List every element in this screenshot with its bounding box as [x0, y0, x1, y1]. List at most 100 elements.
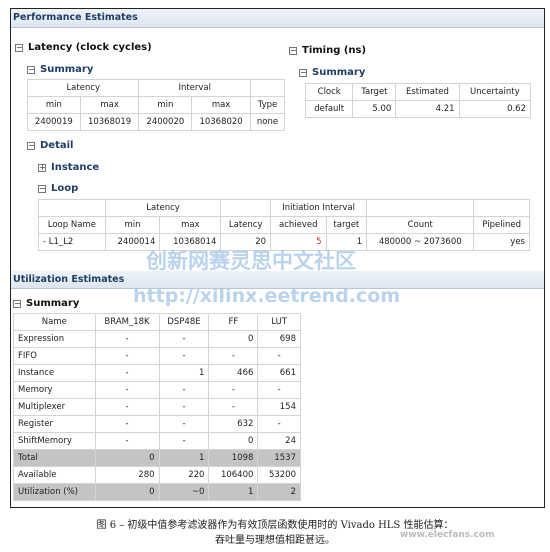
utilization-table: Name BRAM_18K DSP48E FF LUT Expression - -0 698 F…	[13, 313, 301, 501]
timing-table: Clock Target Estimated Uncertainty default 5.…	[304, 83, 532, 118]
cell: 4.21	[395, 100, 460, 118]
cell: Register	[13, 415, 96, 433]
cell: 480000 ~ 2073600	[366, 233, 475, 251]
column-header: BRAM_18K	[94, 313, 160, 331]
cell: -	[208, 398, 259, 416]
detail-section[interactable]: − Detail	[27, 140, 73, 151]
cell: -	[94, 347, 160, 365]
timing-summary-section[interactable]: − Summary	[299, 67, 365, 78]
performance-estimates-header: Performance Estimates	[11, 9, 544, 28]
loop-section[interactable]: − Loop	[38, 183, 78, 194]
latency-summary-section[interactable]: − Summary	[27, 64, 93, 75]
collapse-icon[interactable]: −	[289, 46, 297, 55]
cell: -	[158, 398, 210, 416]
cell: yes	[473, 233, 530, 251]
cell: 0	[208, 432, 259, 450]
cell: 2400020	[138, 113, 193, 131]
cell: Utilization (%)	[13, 483, 96, 501]
cell: 1	[208, 483, 259, 501]
cell: none	[249, 113, 286, 131]
column-header: min	[27, 96, 81, 114]
cell: 1098	[208, 449, 259, 467]
latency-table: Latency Interval min max min max Type 2400019 1…	[26, 79, 286, 131]
table-row: Available 280 220 106400 53200	[13, 466, 301, 484]
instance-section[interactable]: + Instance	[38, 162, 99, 173]
cell: 2	[257, 483, 301, 501]
cell: ShiftMemory	[13, 432, 96, 450]
column-header: DSP48E	[158, 313, 210, 331]
cell: 1537	[257, 449, 301, 467]
column-header: Clock	[304, 83, 354, 101]
summary-title: Summary	[26, 298, 80, 309]
cell: Instance	[13, 364, 96, 382]
cell: 1	[158, 364, 210, 382]
latency-title: Latency (clock cycles)	[28, 42, 152, 53]
cell: 10368020	[191, 113, 251, 131]
collapse-icon[interactable]: −	[13, 299, 21, 308]
cell: -	[94, 381, 160, 399]
cell: -	[158, 330, 210, 348]
group-header: Latency	[104, 199, 222, 217]
column-header: achieved	[270, 216, 327, 234]
column-header: Count	[366, 216, 475, 234]
cell: 2400019	[27, 113, 81, 131]
cell: -	[94, 432, 160, 450]
group-header: Interval	[138, 79, 251, 97]
table-row: Register - -632-	[13, 415, 301, 433]
column-header: FF	[208, 313, 259, 331]
cell: 10368019	[79, 113, 140, 131]
column-header: Pipelined	[473, 216, 530, 234]
cell: 661	[257, 364, 301, 382]
table-row: FIFO - - - -	[13, 347, 301, 365]
cell: -	[158, 415, 210, 433]
loop-title: Loop	[51, 183, 79, 194]
cell: -	[208, 347, 259, 365]
collapse-icon[interactable]: −	[27, 141, 35, 150]
column-header: Uncertainty	[458, 83, 532, 101]
cell: -	[94, 398, 160, 416]
table-row: Expression - -0 698	[13, 330, 301, 348]
utilization-summary-section[interactable]: − Summary	[13, 298, 79, 309]
column-header: Target	[352, 83, 397, 101]
cell: 154	[257, 398, 301, 416]
detail-title: Detail	[40, 140, 74, 151]
report-frame: Performance Estimates − Latency (clock cy…	[10, 8, 545, 508]
table-row: Instance -1 466 661	[13, 364, 301, 382]
cell: -	[208, 381, 259, 399]
group-header: Initiation Interval	[270, 199, 368, 217]
cell: 632	[208, 415, 259, 433]
cell: Multiplexer	[13, 398, 96, 416]
cell: 0.62	[458, 100, 532, 118]
collapse-icon[interactable]: −	[15, 43, 23, 52]
figure-caption-line2: 吞吐量与理想值相距甚远。	[215, 535, 335, 546]
cell: -	[94, 364, 160, 382]
cell: -	[257, 347, 301, 365]
cell: -	[94, 330, 160, 348]
instance-title: Instance	[51, 162, 100, 173]
column-header: max	[191, 96, 251, 114]
expand-icon[interactable]: +	[38, 163, 46, 172]
cell: 220	[158, 466, 210, 484]
cell: Memory	[13, 381, 96, 399]
cell: -	[158, 381, 210, 399]
collapse-icon[interactable]: −	[299, 68, 307, 77]
timing-section[interactable]: − Timing (ns)	[289, 45, 366, 56]
cell: 698	[257, 330, 301, 348]
collapse-icon[interactable]: −	[27, 65, 35, 74]
table-row: Memory - - - -	[13, 381, 301, 399]
table-row: Total 0 1 1098 1537	[13, 449, 301, 467]
cell: 1	[158, 449, 210, 467]
collapse-icon[interactable]: −	[38, 184, 46, 193]
cell: 106400	[208, 466, 259, 484]
cell: - L1_L2	[38, 233, 106, 251]
latency-section[interactable]: − Latency (clock cycles)	[15, 42, 152, 53]
cell: -	[158, 347, 210, 365]
cell: ~0	[158, 483, 210, 501]
timing-title: Timing (ns)	[302, 45, 367, 56]
cell: 53200	[257, 466, 301, 484]
column-header: target	[325, 216, 368, 234]
cell: 0	[94, 483, 160, 501]
cell: 5.00	[352, 100, 397, 118]
table-row: Utilization (%) 0 ~0 1 2	[13, 483, 301, 501]
column-header: Loop Name	[38, 216, 106, 234]
